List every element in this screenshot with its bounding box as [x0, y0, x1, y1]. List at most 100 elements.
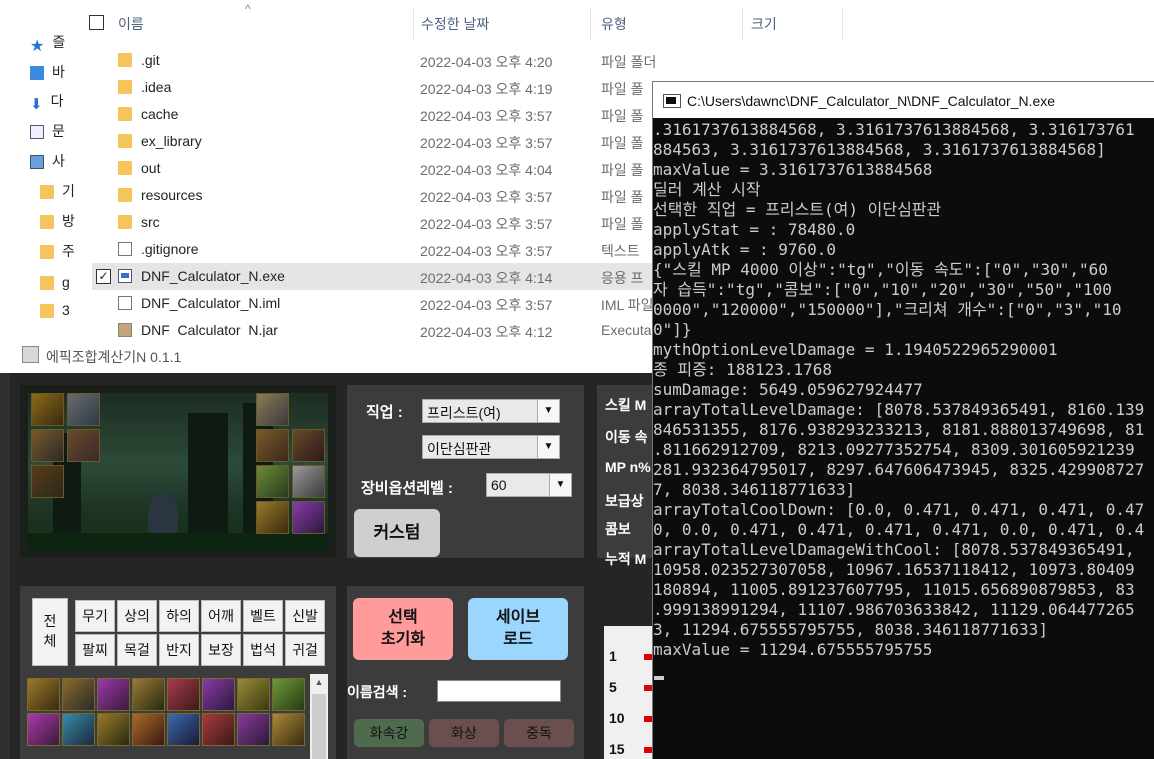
category-button[interactable]: 신발 [285, 600, 325, 632]
save-load-button[interactable]: 세이브 로드 [468, 598, 568, 660]
category-button[interactable]: 어깨 [201, 600, 241, 632]
nav-item-folder[interactable]: 3 [40, 302, 88, 324]
nav-item-desktop[interactable]: 바 [30, 62, 78, 84]
chevron-down-icon[interactable]: ▼ [537, 400, 559, 422]
equip-slot-magic-stone[interactable] [256, 501, 289, 534]
item-icon[interactable] [27, 678, 60, 711]
item-icon[interactable] [237, 713, 270, 746]
nav-item-documents[interactable]: 문 [30, 121, 78, 143]
equip-slot-shoulder[interactable] [31, 393, 64, 426]
burn-button[interactable]: 화상 [429, 719, 499, 747]
gear-level-select[interactable]: 60 ▼ [486, 473, 572, 497]
nav-item-folder[interactable]: g [40, 274, 88, 296]
category-button[interactable]: 법석 [243, 634, 283, 666]
category-button[interactable]: 팔찌 [75, 634, 115, 666]
item-icon[interactable] [272, 713, 305, 746]
folder-icon [118, 107, 132, 121]
item-icon[interactable] [62, 713, 95, 746]
equip-slot-bracelet[interactable] [256, 429, 289, 462]
reset-selection-button[interactable]: 선택 초기화 [353, 598, 453, 660]
job-select[interactable]: 프리스트(여) ▼ [422, 399, 560, 423]
scrollbar-thumb[interactable] [312, 694, 326, 759]
file-row[interactable]: ✓ DNF_Calculator_N.exe 2022-04-03 오후 4:14 응… [92, 263, 662, 290]
item-icon[interactable] [167, 678, 200, 711]
item-icon[interactable] [167, 713, 200, 746]
level-scale-panel: 15101520 [604, 626, 652, 759]
nav-item-downloads[interactable]: ⬇ 다 [30, 91, 78, 113]
category-button[interactable]: 보장 [201, 634, 241, 666]
column-header: 이름 수정한 날짜 유형 크기 [80, 0, 850, 42]
category-button[interactable]: 목걸 [117, 634, 157, 666]
fire-element-button[interactable]: 화속강 [354, 719, 424, 747]
file-row[interactable]: ex_library 2022-04-03 오후 3:57 파일 폴 [92, 128, 662, 155]
category-button[interactable]: 반지 [159, 634, 199, 666]
console-line: sumDamage: 5649.059627924477 [653, 380, 923, 399]
file-row[interactable]: .gitignore 2022-04-03 오후 3:57 텍스트 [92, 236, 662, 263]
equip-slot-earring[interactable] [292, 501, 325, 534]
equip-slot-shoes[interactable] [31, 465, 64, 498]
item-icon[interactable] [62, 678, 95, 711]
console-title-bar[interactable]: C:\Users\dawnc\DNF_Calculator_N\DNF_Calc… [653, 82, 1154, 118]
item-icon[interactable] [132, 678, 165, 711]
nav-item-quick-access[interactable]: ★ 즐 [30, 32, 78, 54]
console-line: 종 피증: 188123.1768 [653, 360, 833, 379]
category-button[interactable]: 무기 [75, 600, 115, 632]
nav-item-folder[interactable]: 기 [40, 181, 88, 203]
item-icon[interactable] [272, 678, 305, 711]
category-button[interactable]: 하의 [159, 600, 199, 632]
category-button[interactable]: 귀걸 [285, 634, 325, 666]
item-icon[interactable] [97, 678, 130, 711]
column-divider[interactable] [842, 8, 843, 40]
column-type[interactable]: 유형 [601, 14, 627, 34]
chevron-down-icon[interactable]: ▼ [537, 436, 559, 458]
item-icon[interactable] [97, 713, 130, 746]
file-row[interactable]: resources 2022-04-03 오후 3:57 파일 폴 [92, 182, 662, 209]
item-icon[interactable] [27, 713, 60, 746]
item-icon[interactable] [132, 713, 165, 746]
item-icon[interactable] [202, 678, 235, 711]
equip-slot-ring[interactable] [256, 465, 289, 498]
subclass-select[interactable]: 이단심판관 ▼ [422, 435, 560, 459]
equip-slot-necklace[interactable] [292, 429, 325, 462]
scroll-up-icon[interactable]: ▲ [310, 674, 328, 690]
file-row[interactable]: out 2022-04-03 오후 4:04 파일 폴 [92, 155, 662, 182]
file-row[interactable]: DNF_Calculator_N.iml 2022-04-03 오후 3:57 IM… [92, 290, 662, 317]
equip-slot-support[interactable] [292, 465, 325, 498]
file-type: 텍스트 [601, 243, 640, 259]
column-divider[interactable] [590, 8, 591, 40]
nav-item-folder[interactable]: 주 [40, 241, 88, 263]
equip-slot-weapon[interactable] [256, 393, 289, 426]
category-button[interactable]: 상의 [117, 600, 157, 632]
file-date: 2022-04-03 오후 4:20 [420, 54, 553, 70]
column-size[interactable]: 크기 [751, 14, 777, 34]
calculator-title-bar[interactable]: 에픽조합계산기N 0.1.1 [0, 337, 652, 373]
column-divider[interactable] [742, 8, 743, 40]
column-name[interactable]: 이름 [118, 14, 144, 34]
category-all-button[interactable]: 전 체 [32, 598, 68, 666]
console-line: 선택한 직업 = 프리스트(여) 이단심판관 [653, 200, 942, 219]
row-checkbox[interactable]: ✓ [96, 269, 111, 284]
equip-slot-top[interactable] [67, 393, 100, 426]
item-icon[interactable] [237, 678, 270, 711]
item-icon[interactable] [202, 713, 235, 746]
column-divider[interactable] [413, 8, 414, 40]
chevron-down-icon[interactable]: ▼ [549, 474, 571, 496]
file-row[interactable]: cache 2022-04-03 오후 3:57 파일 폴 [92, 101, 662, 128]
equip-slot-bottom[interactable] [31, 429, 64, 462]
column-date[interactable]: 수정한 날짜 [421, 14, 489, 34]
custom-button[interactable]: 커스텀 [354, 509, 440, 557]
console-line: {"스킬 MP 4000 이상":"tg","이동 속도":["0","30",… [653, 260, 1108, 279]
nav-item-pictures[interactable]: 사 [30, 151, 78, 173]
name-search-input[interactable] [437, 680, 561, 702]
nav-item-label: 방 [62, 213, 75, 229]
file-row[interactable]: src 2022-04-03 오후 3:57 파일 폴 [92, 209, 662, 236]
nav-item-folder[interactable]: 방 [40, 211, 88, 233]
inventory-scrollbar[interactable]: ▲ [310, 674, 328, 759]
file-row[interactable]: .idea 2022-04-03 오후 4:19 파일 폴 [92, 74, 662, 101]
console-window[interactable]: C:\Users\dawnc\DNF_Calculator_N\DNF_Calc… [652, 81, 1154, 759]
file-row[interactable]: .git 2022-04-03 오후 4:20 파일 폴더 [92, 47, 662, 74]
equip-slot-belt[interactable] [67, 429, 100, 462]
poison-button[interactable]: 중독 [504, 719, 574, 747]
folder-icon [118, 53, 132, 67]
category-button[interactable]: 벨트 [243, 600, 283, 632]
